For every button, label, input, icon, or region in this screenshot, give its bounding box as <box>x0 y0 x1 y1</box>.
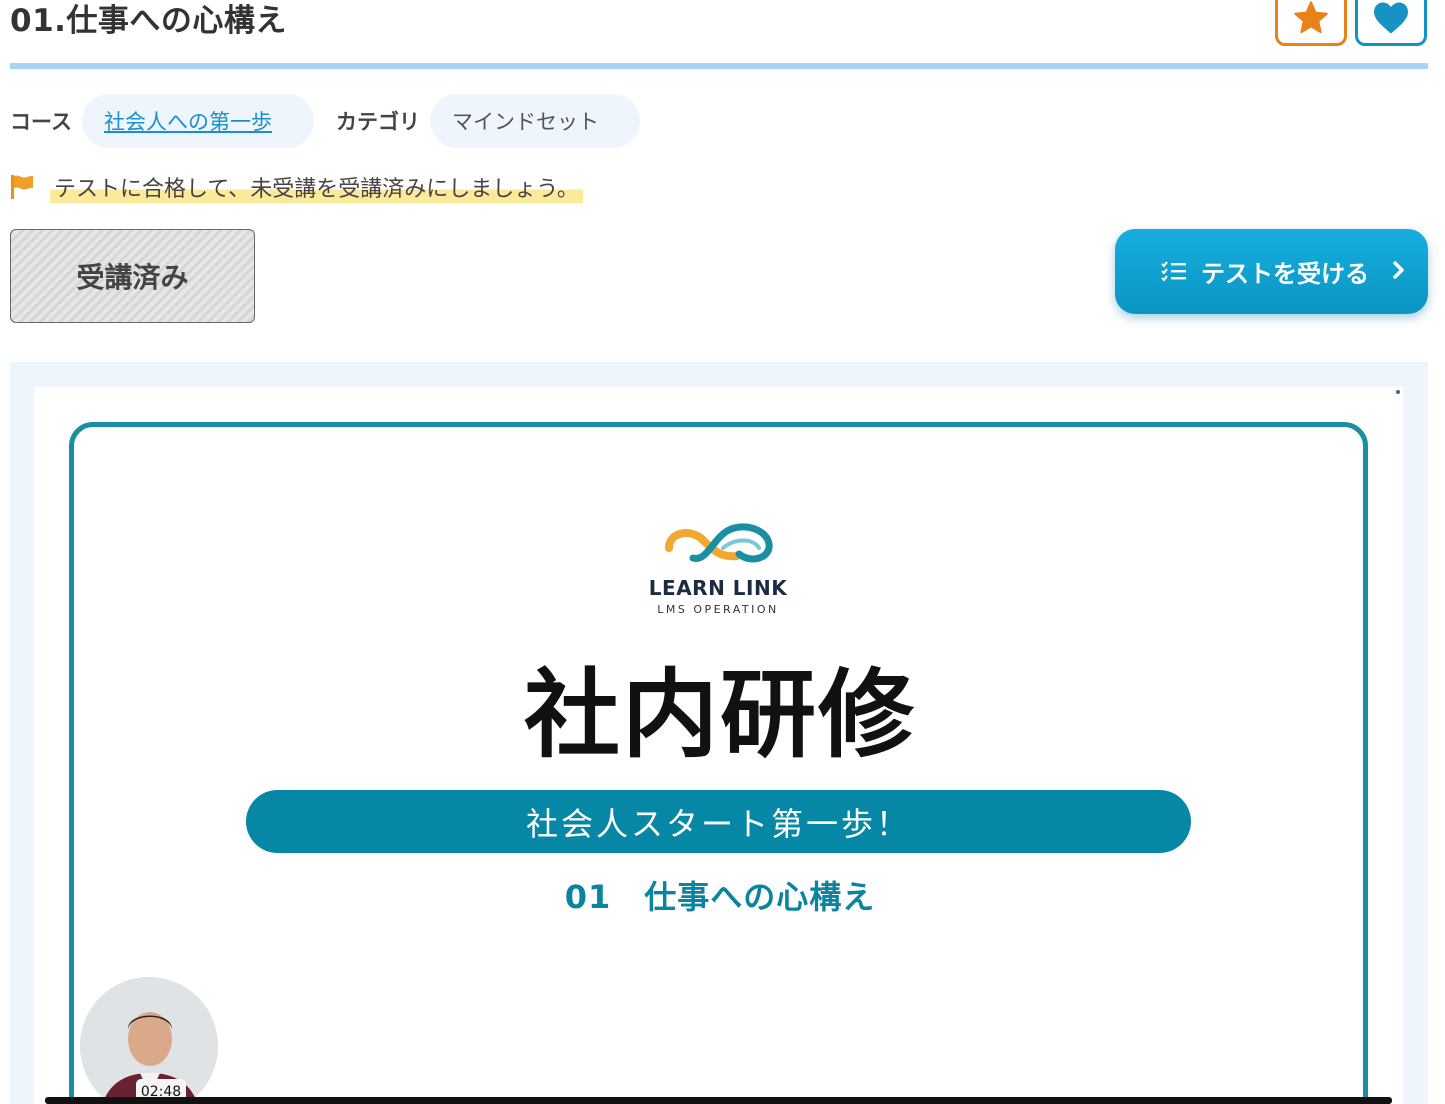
slide-lesson-title: 01 仕事への心構え <box>564 878 876 916</box>
flag-icon <box>11 175 33 199</box>
notice-text: テストに合格して、未受講を受講済みにしましょう。 <box>50 171 583 203</box>
slide-main-title: 社内研修 <box>524 659 916 771</box>
brand-name: LEARN LINK <box>648 576 788 600</box>
category-label: カテゴリ <box>335 110 420 134</box>
completed-button[interactable]: 受講済み <box>10 229 255 323</box>
slide-banner: 社会人スタート第一歩！ <box>246 790 1191 853</box>
star-icon <box>1294 1 1328 34</box>
chevron-right-icon <box>1393 261 1404 279</box>
take-test-button[interactable]: テストを受ける <box>1115 229 1428 314</box>
learn-link-logo <box>665 523 773 563</box>
brand-tagline: LMS OPERATION <box>657 603 779 616</box>
course-pill[interactable]: 社会人への第一歩 <box>81 94 314 148</box>
favorite-star-button[interactable] <box>1275 0 1347 46</box>
course-link[interactable]: 社会人への第一歩 <box>104 106 272 136</box>
slide-marker <box>1396 390 1400 394</box>
video-progress-bar[interactable] <box>45 1097 1392 1104</box>
category-value: マインドセット <box>451 110 599 134</box>
test-notice: テストに合格して、未受講を受講済みにしましょう。 <box>10 170 583 204</box>
course-label: コース <box>10 110 72 134</box>
category-pill: マインドセット <box>429 94 640 148</box>
lesson-meta: コース 社会人への第一歩 カテゴリ マインドセット <box>10 94 640 148</box>
heart-icon <box>1374 2 1408 34</box>
take-test-label: テストを受ける <box>1201 260 1369 288</box>
checklist-icon <box>1161 260 1186 282</box>
title-divider <box>10 63 1428 69</box>
page-title: 01.仕事への心構え <box>10 3 287 39</box>
like-heart-button[interactable] <box>1355 0 1427 46</box>
